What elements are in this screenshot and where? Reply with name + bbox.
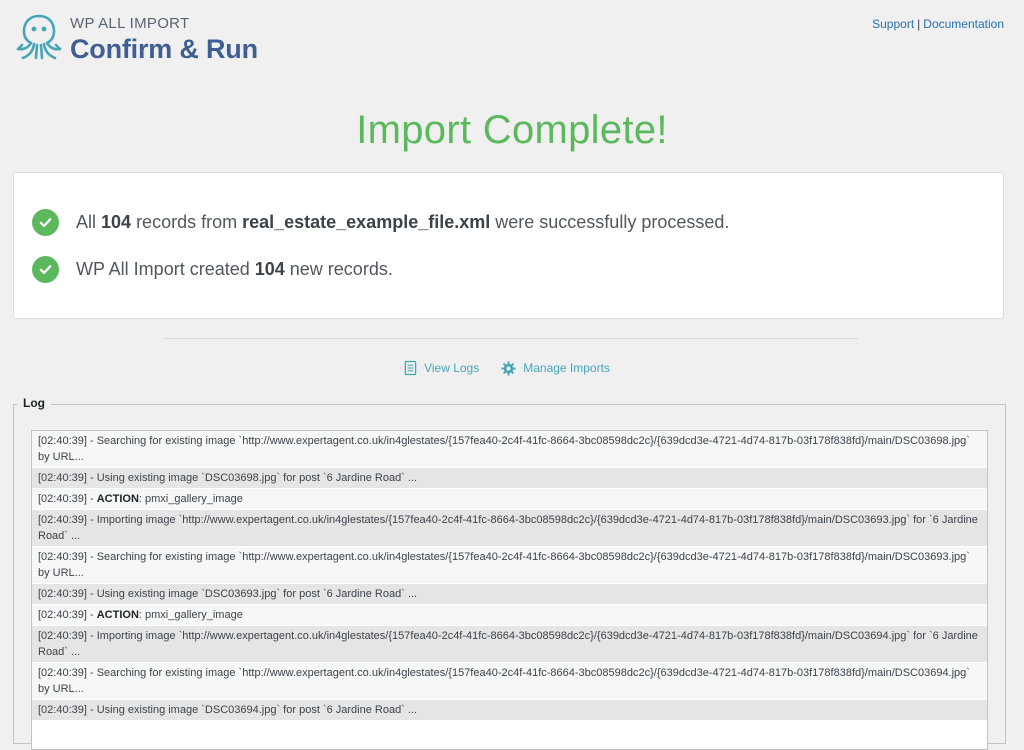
summary-prefix: WP All Import created [76, 259, 255, 279]
log-row: [02:40:39] - Importing image `http://www… [32, 510, 987, 547]
brand: WP ALL IMPORT Confirm & Run [70, 12, 258, 64]
summary-suffix: were successfully processed. [490, 212, 730, 232]
summary-middle: records from [131, 212, 243, 232]
support-link[interactable]: Support [872, 17, 914, 31]
top-links: Support | Documentation [872, 17, 1004, 31]
action-links: View Logs Manage Imports [0, 360, 1024, 376]
log-row: [02:40:39] - Using existing image `DSC03… [32, 468, 987, 489]
summary-suffix: new records. [284, 259, 393, 279]
document-icon [404, 360, 417, 376]
divider [163, 338, 858, 339]
view-logs-label: View Logs [424, 361, 480, 375]
log-row: [02:40:39] - ACTION: pmxi_gallery_image [32, 489, 987, 510]
check-circle-icon [32, 209, 59, 236]
header: WP ALL IMPORT Confirm & Run [14, 12, 258, 68]
documentation-link[interactable]: Documentation [923, 17, 1004, 31]
import-complete-heading: Import Complete! [356, 108, 668, 152]
log-row: [02:40:39] - Using existing image `DSC03… [32, 584, 987, 605]
view-logs-link[interactable]: View Logs [404, 360, 479, 376]
log-legend: Log [17, 396, 51, 410]
summary-processed-line: All 104 records from real_estate_example… [32, 209, 729, 236]
brand-small-title: WP ALL IMPORT [70, 15, 190, 32]
summary-prefix: All [76, 212, 102, 232]
summary-created-line: WP All Import created 104 new records. [32, 256, 393, 283]
check-circle-icon [32, 256, 59, 283]
log-row: [02:40:39] - ACTION: pmxi_gallery_image [32, 605, 987, 626]
created-count: 104 [254, 259, 285, 279]
log-row: [02:40:39] - Searching for existing imag… [32, 431, 987, 468]
manage-imports-link[interactable]: Manage Imports [501, 360, 610, 376]
page-title: Confirm & Run [70, 34, 258, 64]
processed-count: 104 [101, 212, 132, 232]
log-row: [02:40:39] - Searching for existing imag… [32, 663, 987, 700]
gear-icon [501, 360, 516, 376]
manage-imports-label: Manage Imports [523, 361, 610, 375]
summary-card: All 104 records from real_estate_example… [13, 172, 1004, 319]
log-row: [02:40:39] - Using existing image `DSC03… [32, 700, 987, 721]
log-row: [02:40:39] - Searching for existing imag… [32, 547, 987, 584]
log-output[interactable]: [02:40:39] - Searching for existing imag… [31, 430, 988, 750]
octopus-logo-icon [16, 14, 62, 60]
import-file-name: real_estate_example_file.xml [242, 212, 491, 232]
summary-text: All 104 records from real_estate_example… [76, 212, 729, 233]
log-row: [02:40:39] - Importing image `http://www… [32, 626, 987, 663]
summary-text: WP All Import created 104 new records. [76, 259, 393, 280]
link-separator: | [917, 17, 921, 31]
